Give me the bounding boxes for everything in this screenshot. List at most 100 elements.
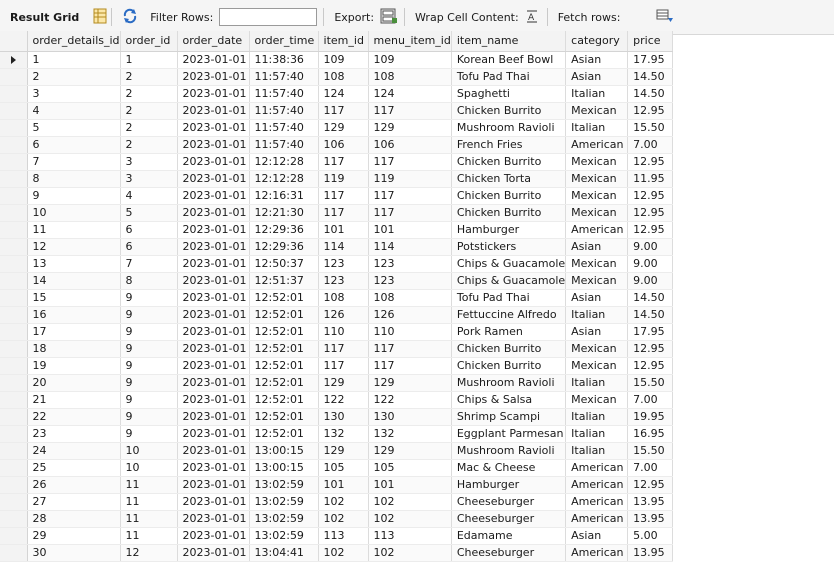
row-selector[interactable] <box>0 187 28 205</box>
cell-item-id[interactable]: 102 <box>318 544 369 562</box>
cell-order-details-id[interactable]: 7 <box>27 153 121 171</box>
cell-category[interactable]: Italian <box>565 408 629 426</box>
cell-price[interactable]: 13.95 <box>627 493 674 511</box>
table-row[interactable]: 5 2 2023-01-01 11:57:40 129 129 Mushroom Ravio… <box>0 119 674 137</box>
cell-price[interactable]: 14.50 <box>627 68 674 86</box>
cell-menu-item-id[interactable]: 129 <box>368 442 452 460</box>
cell-order-date[interactable]: 2023-01-01 <box>177 357 250 375</box>
cell-order-details-id[interactable]: 27 <box>27 493 121 511</box>
cell-order-id[interactable]: 9 <box>120 340 178 358</box>
cell-order-id[interactable]: 11 <box>120 493 178 511</box>
table-row[interactable]: 1 1 2023-01-01 11:38:36 109 109 Korean Beef Bo… <box>0 51 674 69</box>
cell-order-time[interactable]: 12:12:28 <box>249 153 319 171</box>
cell-category[interactable]: Mexican <box>565 255 629 273</box>
cell-category[interactable]: Asian <box>565 289 629 307</box>
cell-order-id[interactable]: 6 <box>120 238 178 256</box>
column-header-price[interactable]: price <box>627 31 674 52</box>
table-row[interactable]: 20 9 2023-01-01 12:52:01 129 129 Mushroom Ravi… <box>0 374 674 392</box>
cell-item-id[interactable]: 117 <box>318 187 369 205</box>
row-selector[interactable] <box>0 68 28 86</box>
cell-order-date[interactable]: 2023-01-01 <box>177 170 250 188</box>
table-row[interactable]: 30 12 2023-01-01 13:04:41 102 102 Cheeseburger… <box>0 544 674 562</box>
cell-menu-item-id[interactable]: 105 <box>368 459 452 477</box>
cell-item-name[interactable]: Hamburger <box>451 476 567 494</box>
cell-item-id[interactable]: 110 <box>318 323 369 341</box>
cell-order-date[interactable]: 2023-01-01 <box>177 119 250 137</box>
cell-menu-item-id[interactable]: 119 <box>368 170 452 188</box>
cell-item-id[interactable]: 101 <box>318 221 369 239</box>
table-row[interactable]: 21 9 2023-01-01 12:52:01 122 122 Chips & Salsa… <box>0 391 674 409</box>
cell-price[interactable]: 14.50 <box>627 306 674 324</box>
cell-order-id[interactable]: 9 <box>120 289 178 307</box>
cell-order-time[interactable]: 13:02:59 <box>249 510 319 528</box>
cell-order-time[interactable]: 12:52:01 <box>249 289 319 307</box>
table-row[interactable]: 15 9 2023-01-01 12:52:01 108 108 Tofu Pad Thai… <box>0 289 674 307</box>
cell-item-id[interactable]: 117 <box>318 102 369 120</box>
cell-category[interactable]: Mexican <box>565 357 629 375</box>
cell-item-id[interactable]: 132 <box>318 425 369 443</box>
row-selector[interactable] <box>0 306 28 324</box>
cell-item-id[interactable]: 117 <box>318 204 369 222</box>
cell-price[interactable]: 15.50 <box>627 119 674 137</box>
cell-item-name[interactable]: Chicken Burrito <box>451 204 567 222</box>
cell-order-details-id[interactable]: 22 <box>27 408 121 426</box>
cell-order-id[interactable]: 2 <box>120 68 178 86</box>
cell-order-date[interactable]: 2023-01-01 <box>177 544 250 562</box>
cell-category[interactable]: Mexican <box>565 204 629 222</box>
cell-menu-item-id[interactable]: 101 <box>368 221 452 239</box>
table-row[interactable]: 26 11 2023-01-01 13:02:59 101 101 Hamburger Ame… <box>0 476 674 494</box>
cell-category[interactable]: American <box>565 221 629 239</box>
cell-category[interactable]: Asian <box>565 323 629 341</box>
cell-category[interactable]: Italian <box>565 425 629 443</box>
table-row[interactable]: 17 9 2023-01-01 12:52:01 110 110 Pork Ramen Asi… <box>0 323 674 341</box>
cell-order-id[interactable]: 2 <box>120 85 178 103</box>
cell-price[interactable]: 12.95 <box>627 357 674 375</box>
cell-order-details-id[interactable]: 21 <box>27 391 121 409</box>
cell-order-date[interactable]: 2023-01-01 <box>177 459 250 477</box>
cell-item-name[interactable]: Chicken Burrito <box>451 187 567 205</box>
cell-order-details-id[interactable]: 13 <box>27 255 121 273</box>
cell-order-details-id[interactable]: 17 <box>27 323 121 341</box>
cell-item-name[interactable]: Fettuccine Alfredo <box>451 306 567 324</box>
cell-menu-item-id[interactable]: 108 <box>368 289 452 307</box>
cell-order-date[interactable]: 2023-01-01 <box>177 238 250 256</box>
cell-order-id[interactable]: 3 <box>120 153 178 171</box>
cell-order-time[interactable]: 13:04:41 <box>249 544 319 562</box>
cell-item-name[interactable]: Mac & Cheese <box>451 459 567 477</box>
cell-price[interactable]: 9.00 <box>627 272 674 290</box>
cell-order-time[interactable]: 12:52:01 <box>249 357 319 375</box>
cell-menu-item-id[interactable]: 117 <box>368 153 452 171</box>
table-row[interactable]: 11 6 2023-01-01 12:29:36 101 101 Hamburger Amer… <box>0 221 674 239</box>
cell-menu-item-id[interactable]: 117 <box>368 102 452 120</box>
column-header-menu-item-id[interactable]: menu_item_id <box>368 31 452 52</box>
cell-item-id[interactable]: 130 <box>318 408 369 426</box>
cell-item-name[interactable]: Potstickers <box>451 238 567 256</box>
row-selector[interactable] <box>0 238 28 256</box>
cell-item-id[interactable]: 117 <box>318 153 369 171</box>
cell-item-name[interactable]: Cheeseburger <box>451 544 567 562</box>
row-selector[interactable] <box>0 255 28 273</box>
cell-category[interactable]: American <box>565 136 629 154</box>
table-row[interactable]: 6 2 2023-01-01 11:57:40 106 106 French Fries Am… <box>0 136 674 154</box>
cell-menu-item-id[interactable]: 126 <box>368 306 452 324</box>
cell-order-time[interactable]: 12:29:36 <box>249 221 319 239</box>
cell-item-name[interactable]: Tofu Pad Thai <box>451 289 567 307</box>
cell-menu-item-id[interactable]: 114 <box>368 238 452 256</box>
cell-item-id[interactable]: 129 <box>318 119 369 137</box>
cell-menu-item-id[interactable]: 102 <box>368 544 452 562</box>
cell-price[interactable]: 15.50 <box>627 442 674 460</box>
row-selector[interactable] <box>0 51 28 69</box>
cell-order-time[interactable]: 12:21:30 <box>249 204 319 222</box>
cell-price[interactable]: 9.00 <box>627 238 674 256</box>
table-row[interactable]: 2 2 2023-01-01 11:57:40 108 108 Tofu Pad Thai A… <box>0 68 674 86</box>
cell-category[interactable]: Asian <box>565 51 629 69</box>
cell-item-id[interactable]: 108 <box>318 289 369 307</box>
cell-category[interactable]: Mexican <box>565 340 629 358</box>
cell-item-name[interactable]: Pork Ramen <box>451 323 567 341</box>
table-row[interactable]: 9 4 2023-01-01 12:16:31 117 117 Chicken Burrit… <box>0 187 674 205</box>
cell-order-date[interactable]: 2023-01-01 <box>177 306 250 324</box>
cell-order-date[interactable]: 2023-01-01 <box>177 272 250 290</box>
cell-order-details-id[interactable]: 26 <box>27 476 121 494</box>
cell-order-date[interactable]: 2023-01-01 <box>177 476 250 494</box>
table-row[interactable]: 28 11 2023-01-01 13:02:59 102 102 Cheeseburger… <box>0 510 674 528</box>
